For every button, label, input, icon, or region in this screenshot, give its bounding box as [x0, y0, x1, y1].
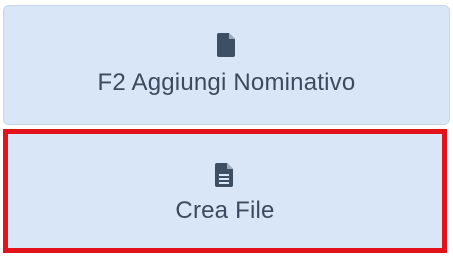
- file-text-icon: [215, 163, 233, 187]
- aggiungi-nominativo-button[interactable]: F2 Aggiungi Nominativo: [3, 5, 450, 125]
- file-icon: [216, 33, 235, 57]
- aggiungi-nominativo-label: F2 Aggiungi Nominativo: [97, 69, 356, 96]
- crea-file-label: Crea File: [175, 197, 275, 224]
- crea-file-highlight-frame: Crea File: [3, 129, 447, 253]
- crea-file-button[interactable]: Crea File: [8, 134, 442, 248]
- action-button-stack: F2 Aggiungi Nominativo Crea File: [0, 0, 453, 257]
